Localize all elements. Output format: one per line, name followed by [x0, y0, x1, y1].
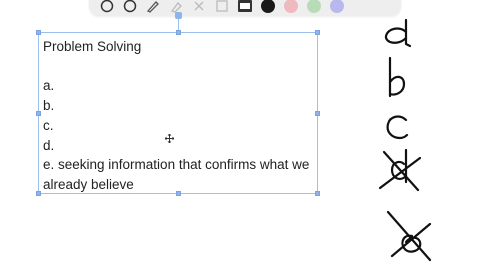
- image-icon[interactable]: [214, 0, 230, 14]
- color-pink-swatch[interactable]: [283, 0, 299, 14]
- resize-handle-bottom-left[interactable]: [36, 191, 41, 196]
- textbox-icon[interactable]: [237, 0, 253, 14]
- resize-handle-top-right[interactable]: [315, 30, 320, 35]
- text-line-e: e. seeking information that confirms wha…: [43, 157, 310, 192]
- drawing-toolbar: [89, 0, 401, 16]
- move-cursor-icon: [165, 134, 174, 143]
- handwritten-letter-a: [384, 18, 412, 48]
- text-line-b: b.: [43, 98, 55, 114]
- color-purple-swatch[interactable]: [329, 0, 345, 14]
- text-line-d: d.: [43, 137, 55, 153]
- handwritten-letter-e-crossed: [386, 210, 432, 262]
- text-line-blank: [43, 57, 317, 77]
- selected-text-box[interactable]: Problem Solving a. b. c. d. e. seeking i…: [36, 30, 320, 196]
- rotate-handle[interactable]: [175, 12, 182, 19]
- eraser-icon[interactable]: [191, 0, 207, 14]
- color-black-swatch[interactable]: [260, 0, 276, 14]
- circle-outline-icon[interactable]: [99, 0, 115, 14]
- handwritten-answers: [378, 18, 432, 262]
- pen-icon[interactable]: [145, 0, 161, 14]
- text-line-a: a.: [43, 78, 55, 94]
- handwritten-letter-b: [388, 56, 406, 98]
- circle-outline-icon[interactable]: [122, 0, 138, 14]
- handwritten-letter-c: [386, 115, 409, 140]
- color-green-swatch[interactable]: [306, 0, 322, 14]
- handwritten-letter-d-crossed: [378, 148, 422, 192]
- resize-handle-top-left[interactable]: [36, 30, 41, 35]
- resize-handle-top[interactable]: [176, 30, 181, 35]
- text-line-c: c.: [43, 117, 54, 133]
- text-box-content[interactable]: Problem Solving a. b. c. d. e. seeking i…: [43, 37, 317, 195]
- text-line-title: Problem Solving: [43, 39, 142, 54]
- resize-handle-left[interactable]: [36, 111, 41, 116]
